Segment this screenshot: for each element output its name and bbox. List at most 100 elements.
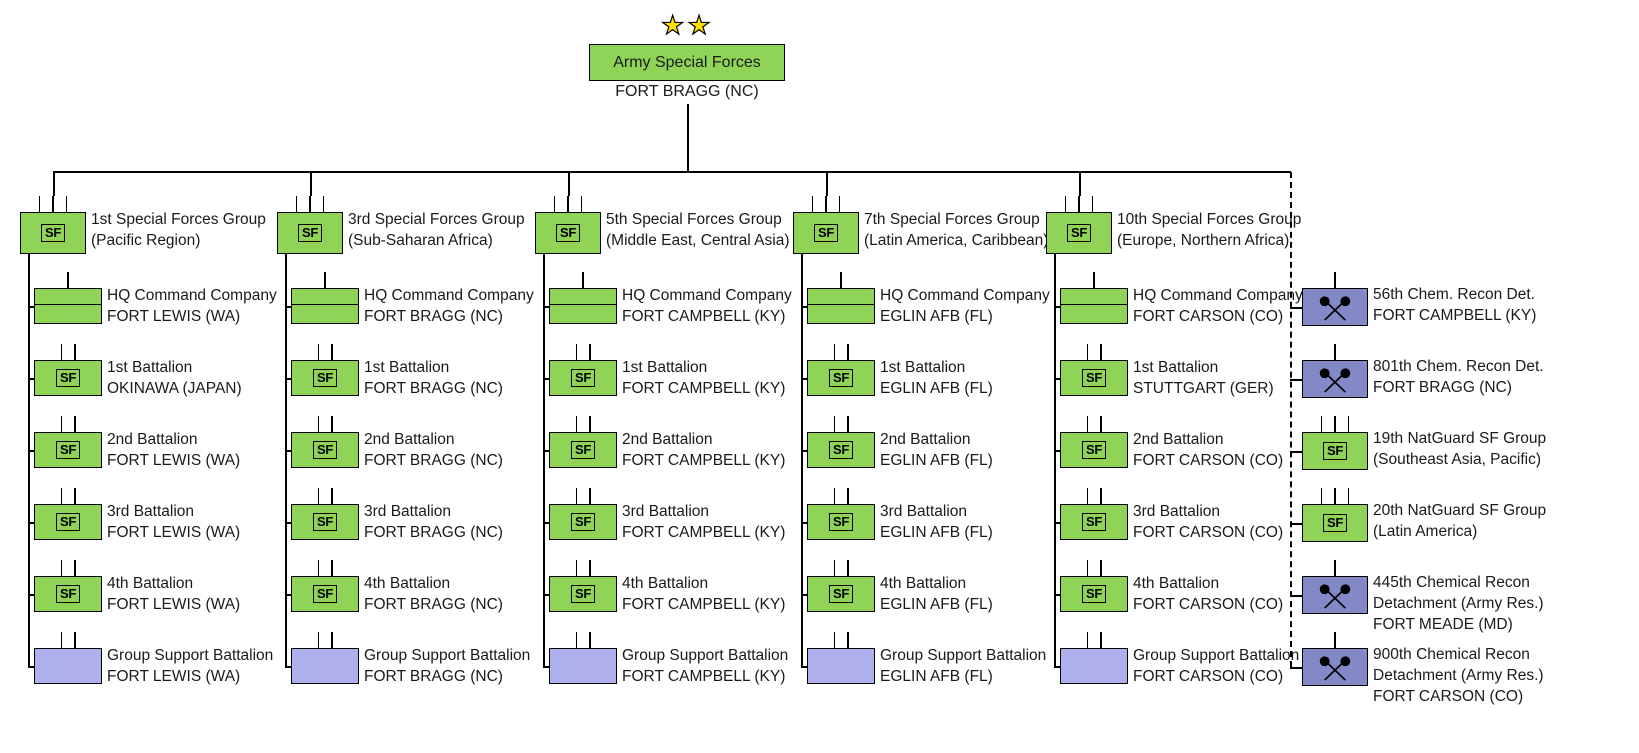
echelon-tick bbox=[295, 196, 298, 212]
echelon-tick bbox=[1334, 416, 1336, 432]
echelon-tick bbox=[38, 196, 41, 212]
attached-elbow-connector bbox=[1290, 523, 1302, 525]
sf-branch-insignia: SF bbox=[297, 224, 323, 242]
echelon-tick bbox=[1100, 344, 1102, 360]
col4-unit5-box[interactable]: SF bbox=[807, 576, 875, 612]
col3-unit5-box[interactable]: SF bbox=[549, 576, 617, 612]
col1-unit4-box[interactable]: SF bbox=[34, 504, 102, 540]
echelon-tick bbox=[825, 196, 827, 212]
col5-unit1-box[interactable] bbox=[1060, 288, 1128, 324]
col3-unit6-box[interactable] bbox=[549, 648, 617, 684]
unit-echelon-ticks bbox=[60, 632, 76, 648]
col5-unit2-box[interactable]: SF bbox=[1060, 360, 1128, 396]
unit-name: 4th Battalion bbox=[1133, 575, 1220, 592]
echelon-tick bbox=[65, 196, 68, 212]
col5-unit3-box[interactable]: SF bbox=[1060, 432, 1128, 468]
unit-location: FORT LEWIS (WA) bbox=[107, 668, 241, 685]
echelon-tick bbox=[74, 344, 76, 360]
col1-unit2-box[interactable]: SF bbox=[34, 360, 102, 396]
col5-unit4-box[interactable]: SF bbox=[1060, 504, 1128, 540]
echelon-tick bbox=[575, 632, 577, 648]
col4-unit6-box[interactable] bbox=[807, 648, 875, 684]
col3-unit2-box[interactable]: SF bbox=[549, 360, 617, 396]
col1-unit6-box[interactable] bbox=[34, 648, 102, 684]
group-1-box[interactable]: SF bbox=[20, 212, 86, 254]
col4-unit2-box[interactable]: SF bbox=[807, 360, 875, 396]
attached-unit2-box[interactable] bbox=[1302, 360, 1368, 398]
unit-name: 2nd Battalion bbox=[364, 431, 455, 448]
unit-name: 4th Battalion bbox=[364, 575, 451, 592]
group-drop-connector bbox=[53, 172, 55, 196]
attached-unit6-label: 900th Chemical Recon Detachment (Army Res… bbox=[1373, 644, 1544, 707]
col3-unit3-box[interactable]: SF bbox=[549, 432, 617, 468]
col2-unit5-box[interactable]: SF bbox=[291, 576, 359, 612]
attached-unit6-box[interactable] bbox=[1302, 648, 1368, 686]
unit-location: FORT CARSON (CO) bbox=[1373, 688, 1524, 705]
col2-unit6-box[interactable] bbox=[291, 648, 359, 684]
unit-location: FORT CAMPBELL (KY) bbox=[622, 452, 786, 469]
col1-unit3-box[interactable]: SF bbox=[34, 432, 102, 468]
col5-unit6-label: Group Support Battalion FORT CARSON (CO) bbox=[1133, 645, 1299, 687]
col2-unit3-box[interactable]: SF bbox=[291, 432, 359, 468]
root-unit-box[interactable]: Army Special Forces bbox=[589, 44, 785, 81]
unit-name: HQ Command Company bbox=[1133, 287, 1303, 304]
attached-elbow-connector bbox=[1290, 379, 1302, 381]
unit-name: HQ Command Company bbox=[107, 287, 277, 304]
unit-name: 3rd Special Forces Group bbox=[348, 211, 525, 228]
unit-location: (Europe, Northern Africa) bbox=[1117, 232, 1290, 249]
col2-unit1-box[interactable] bbox=[291, 288, 359, 324]
chemical-recon-icon bbox=[1319, 296, 1351, 321]
unit-name: 1st Battalion bbox=[880, 359, 966, 376]
echelon-tick bbox=[331, 416, 333, 432]
sf-branch-insignia: SF bbox=[1081, 441, 1107, 459]
group-2-box[interactable]: SF bbox=[277, 212, 343, 254]
col1-unit2-label: 1st Battalion OKINAWA (JAPAN) bbox=[107, 357, 242, 399]
echelon-tick bbox=[840, 272, 842, 288]
group-4-box[interactable]: SF bbox=[793, 212, 859, 254]
echelon-tick bbox=[811, 196, 814, 212]
echelon-tick bbox=[575, 488, 577, 504]
echelon-tick bbox=[589, 488, 591, 504]
unit-location: OKINAWA (JAPAN) bbox=[107, 380, 242, 397]
column-spine-connector bbox=[28, 254, 30, 666]
unit-location: Detachment (Army Res.) bbox=[1373, 595, 1544, 612]
unit-name: 56th Chem. Recon Det. bbox=[1373, 286, 1535, 303]
group-drop-connector bbox=[568, 172, 570, 196]
col5-unit5-box[interactable]: SF bbox=[1060, 576, 1128, 612]
col3-unit1-box[interactable] bbox=[549, 288, 617, 324]
root-unit-location: FORT BRAGG (NC) bbox=[615, 83, 759, 100]
col2-unit4-box[interactable]: SF bbox=[291, 504, 359, 540]
col1-unit5-box[interactable]: SF bbox=[34, 576, 102, 612]
col4-unit1-box[interactable] bbox=[807, 288, 875, 324]
col4-unit4-box[interactable]: SF bbox=[807, 504, 875, 540]
echelon-tick bbox=[1086, 416, 1088, 432]
group-3-box[interactable]: SF bbox=[535, 212, 601, 254]
unit-location: FORT BRAGG (NC) bbox=[364, 308, 503, 325]
echelon-tick bbox=[575, 344, 577, 360]
col3-unit6-label: Group Support Battalion FORT CAMPBELL (KY… bbox=[622, 645, 788, 687]
attached-unit3-box[interactable]: SF bbox=[1302, 432, 1368, 470]
col2-unit2-box[interactable]: SF bbox=[291, 360, 359, 396]
echelon-tick bbox=[575, 416, 577, 432]
group-1-label: 1st Special Forces Group (Pacific Region) bbox=[91, 209, 266, 251]
col2-unit5-label: 4th Battalion FORT BRAGG (NC) bbox=[364, 573, 503, 615]
echelon-tick bbox=[1334, 560, 1336, 576]
col2-unit4-label: 3rd Battalion FORT BRAGG (NC) bbox=[364, 501, 503, 543]
col4-unit3-box[interactable]: SF bbox=[807, 432, 875, 468]
attached-unit5-box[interactable] bbox=[1302, 576, 1368, 614]
unit-location: EGLIN AFB (FL) bbox=[880, 452, 993, 469]
attached-unit4-box[interactable]: SF bbox=[1302, 504, 1368, 542]
echelon-tick bbox=[833, 416, 835, 432]
group-5-box[interactable]: SF bbox=[1046, 212, 1112, 254]
col1-unit1-box[interactable] bbox=[34, 288, 102, 324]
echelon-tick bbox=[1334, 272, 1336, 288]
col3-unit4-box[interactable]: SF bbox=[549, 504, 617, 540]
echelon-tick bbox=[833, 632, 835, 648]
col5-unit6-box[interactable] bbox=[1060, 648, 1128, 684]
attached-unit1-box[interactable] bbox=[1302, 288, 1368, 326]
sf-branch-insignia: SF bbox=[828, 513, 854, 531]
group-drop-connector bbox=[310, 172, 312, 196]
unit-name: 4th Battalion bbox=[107, 575, 194, 592]
unit-name: 20th NatGuard SF Group bbox=[1373, 502, 1547, 519]
unit-echelon-ticks bbox=[575, 560, 591, 576]
